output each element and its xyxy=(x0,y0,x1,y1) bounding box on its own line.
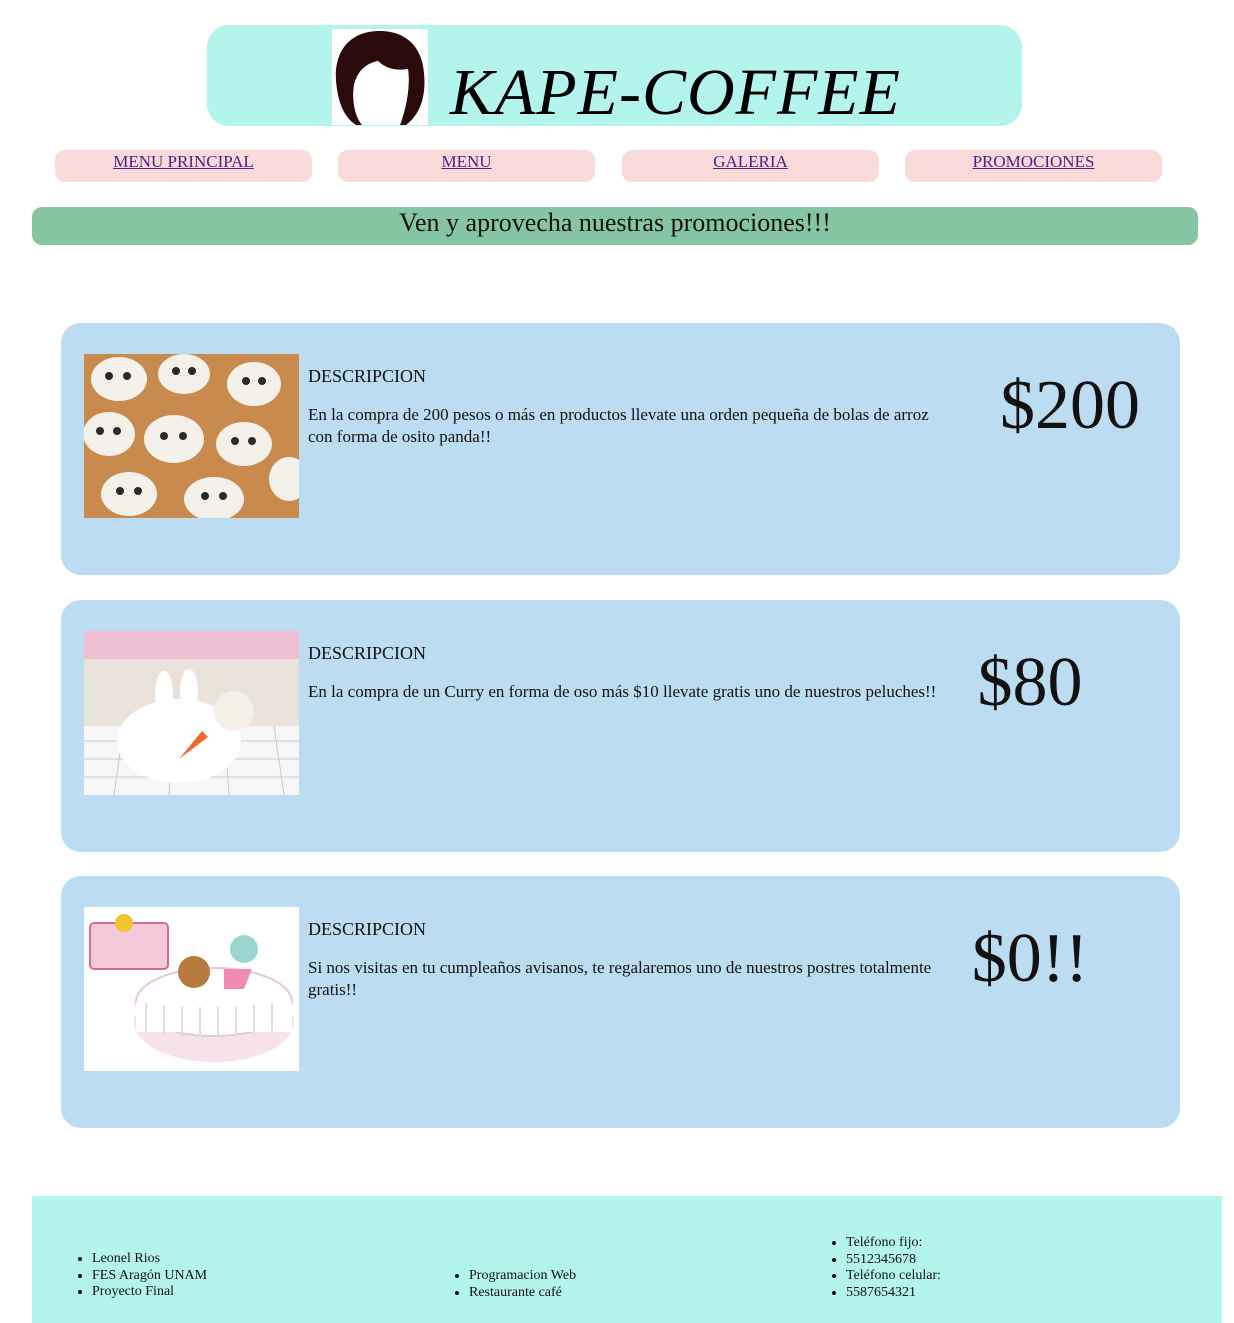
promo-image xyxy=(84,354,299,518)
promo-description: Si nos visitas en tu cumpleaños avisanos… xyxy=(308,958,932,999)
footer-item: Teléfono celular: xyxy=(846,1268,941,1285)
footer-item: 5512345678 xyxy=(846,1252,941,1269)
logo-image xyxy=(332,29,428,125)
promo-image xyxy=(84,907,299,1071)
promo-price: $80 xyxy=(977,644,1083,721)
hair-silhouette-logo-icon xyxy=(332,29,428,125)
footer: Leonel Rios FES Aragón UNAM Proyecto Fin… xyxy=(32,1196,1222,1323)
footer-item: Teléfono fijo: xyxy=(846,1235,941,1252)
nav-link-menu-principal[interactable]: MENU PRINCIPAL xyxy=(113,152,254,171)
footer-item: 5587654321 xyxy=(846,1285,941,1302)
promo-price: $0!! xyxy=(971,920,1089,997)
nav-link-menu[interactable]: MENU xyxy=(441,152,491,171)
promo-card: DESCRIPCION En la compra de 200 pesos o … xyxy=(61,323,1180,575)
footer-list-course: Programacion Web Restaurante café xyxy=(451,1268,576,1301)
nav-item-menu-principal[interactable]: MENU PRINCIPAL xyxy=(55,150,312,182)
footer-item: Programacion Web xyxy=(469,1268,576,1285)
nav-link-promociones[interactable]: PROMOCIONES xyxy=(973,152,1095,171)
nav-item-menu[interactable]: MENU xyxy=(338,150,595,182)
footer-item: Proyecto Final xyxy=(92,1284,207,1301)
birthday-cake-photo-icon xyxy=(84,907,299,1071)
panda-rice-balls-photo-icon xyxy=(84,354,299,518)
promo-image xyxy=(84,631,299,795)
footer-list-contact: Teléfono fijo: 5512345678 Teléfono celul… xyxy=(828,1235,941,1301)
brand-title: KAPE-COFFEE xyxy=(450,56,901,129)
promo-title: DESCRIPCION xyxy=(308,366,427,386)
bunny-plush-photo-icon xyxy=(84,631,299,795)
nav-item-promociones[interactable]: PROMOCIONES xyxy=(905,150,1162,182)
nav-link-galeria[interactable]: GALERIA xyxy=(713,152,788,171)
promo-title: DESCRIPCION xyxy=(308,643,427,663)
promo-card: DESCRIPCION Si nos visitas en tu cumplea… xyxy=(61,876,1180,1128)
footer-item: Restaurante café xyxy=(469,1285,576,1302)
footer-item: Leonel Rios xyxy=(92,1251,207,1268)
footer-item: FES Aragón UNAM xyxy=(92,1268,207,1285)
footer-list-credits: Leonel Rios FES Aragón UNAM Proyecto Fin… xyxy=(74,1251,207,1301)
promo-title: DESCRIPCION xyxy=(308,919,427,939)
promo-card: DESCRIPCION En la compra de un Curry en … xyxy=(61,600,1180,852)
promo-description: En la compra de 200 pesos o más en produ… xyxy=(308,405,929,446)
nav-item-galeria[interactable]: GALERIA xyxy=(622,150,879,182)
promo-price: $200 xyxy=(1000,367,1140,444)
promo-banner: Ven y aprovecha nuestras promociones!!! xyxy=(32,207,1198,245)
promo-description: En la compra de un Curry en forma de oso… xyxy=(308,682,937,701)
